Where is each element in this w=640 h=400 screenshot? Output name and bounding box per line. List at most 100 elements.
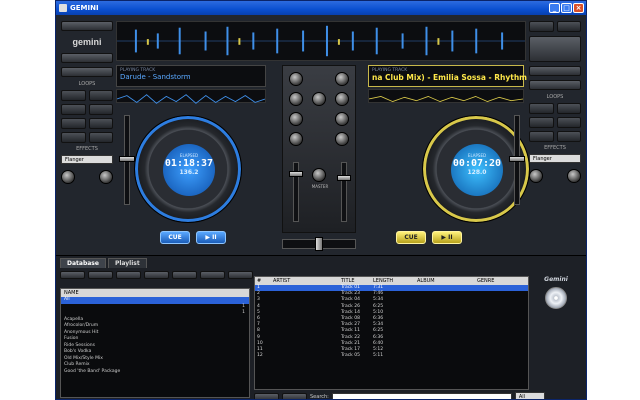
browser-tool-button[interactable] [172,271,197,279]
loop-button[interactable] [556,103,581,114]
right-mode-button-1[interactable] [529,66,581,76]
loop-button[interactable] [529,117,554,128]
browser-tool-button[interactable] [116,271,141,279]
column-header-title[interactable]: TITLE [313,277,373,285]
cell-title: Track 05 [341,353,360,359]
right-pitch-slider[interactable] [509,115,525,205]
left-pitch-slider[interactable] [119,115,135,205]
right-mode-button-2[interactable] [529,80,581,90]
loop-button[interactable] [529,103,554,114]
loop-button[interactable] [88,132,113,143]
mixer-eq-center[interactable] [312,92,326,106]
column-header-album[interactable]: ALBUM [417,277,477,285]
left-jog-wheel[interactable]: ELAPSED 01:18:37 136.2 [134,115,242,223]
left-top-button[interactable] [61,21,113,31]
right-time-display: 00:07:20 [452,158,502,169]
sidebar-logo: Gemini [532,276,580,322]
loop-button[interactable] [88,118,113,129]
left-mode-button-2[interactable] [61,67,113,77]
mixer-eq-mid-left[interactable] [289,112,303,126]
mixer-eq-low-right[interactable] [335,132,349,146]
column-header-number[interactable]: # [255,277,273,285]
master-label: MASTER [311,184,329,189]
waveform-graphic [117,25,525,57]
left-effect-knob-1[interactable] [61,170,75,184]
right-channel-fader[interactable] [337,162,351,222]
mixer-eq-mid-right[interactable] [335,112,349,126]
folder-list[interactable]: NAME All 1 1 Acapella Afrocolor/Drum Ano… [60,288,250,398]
column-header-artist[interactable]: ARTIST [273,277,313,285]
track-table[interactable]: # ARTIST TITLE LENGTH ALBUM GENRE 1 Track… [254,276,529,390]
right-effect-knob-2[interactable] [567,169,581,183]
waveform-overview[interactable] [116,21,526,61]
title-bar[interactable]: GEMINI _ □ × [56,1,586,15]
right-cue-button[interactable]: CUE [396,231,426,244]
brand-logo: gemini [72,37,102,47]
tab-playlist[interactable]: Playlist [107,258,147,268]
crossfader-cap[interactable] [315,237,323,251]
browser-bottom-button[interactable] [282,392,307,399]
cell-length: 5:11 [373,353,384,359]
browser-tool-button[interactable] [200,271,225,279]
column-header-length[interactable]: LENGTH [373,277,417,285]
left-channel-fader[interactable] [289,162,303,222]
left-mini-waveform[interactable] [116,89,266,104]
left-effect-knob-2[interactable] [99,170,113,184]
loop-button[interactable] [88,104,113,115]
loop-button[interactable] [556,117,581,128]
close-button[interactable]: × [573,3,584,13]
right-channel-fader-cap[interactable] [337,175,351,181]
mixer-gain-knob-right[interactable] [335,72,349,86]
track-table-header: # ARTIST TITLE LENGTH ALBUM GENRE [255,277,528,285]
right-deck-display: ELAPSED 00:07:20 128.0 [451,144,503,196]
right-effect-select[interactable]: Flanger [529,154,581,163]
table-row[interactable]: 12 Track 05 5:11 [255,353,528,359]
left-mode-button-1[interactable] [61,53,113,63]
loop-button[interactable] [529,131,554,142]
left-time-display: 01:18:37 [164,158,214,169]
left-pitch-cap[interactable] [119,156,135,162]
left-cue-button[interactable]: CUE [160,231,190,244]
right-pitch-cap[interactable] [509,156,525,162]
master-volume-knob[interactable] [312,168,326,182]
loop-button[interactable] [61,104,86,115]
right-track-title: na Club Mix) - Emilia Sossa - Rhythm [372,73,527,82]
right-effect-knob-1[interactable] [529,169,543,183]
folder-item[interactable]: Good 'the Band' Package [61,369,249,376]
mixer-gain-knob-left[interactable] [289,72,303,86]
browser-tool-button[interactable] [88,271,113,279]
search-row: Search: All [254,392,545,399]
search-scope-select[interactable]: All [514,392,545,399]
loop-button[interactable] [88,90,113,101]
right-top-button[interactable] [529,21,554,32]
left-effect-select[interactable]: Flanger [61,155,113,164]
right-track-info: PLAYING TRACK na Club Mix) - Emilia Soss… [368,65,527,87]
left-mini-waveform-graphic [116,94,266,104]
column-header-genre[interactable]: GENRE [477,277,528,285]
browser-tool-button[interactable] [60,271,85,279]
browser-tool-button[interactable] [228,271,253,279]
tab-database[interactable]: Database [60,258,106,268]
left-play-button[interactable]: ▶ II [196,231,226,244]
right-track-caption: PLAYING TRACK [372,68,408,73]
right-top-button[interactable] [556,21,581,32]
loop-button[interactable] [61,118,86,129]
loop-button[interactable] [61,132,86,143]
right-bpm-display: 128.0 [467,169,487,176]
left-channel-fader-cap[interactable] [289,171,303,177]
mixer-eq-high-right[interactable] [335,92,349,106]
deck-area: gemini LOOPS EFFECTS Flanger LOOPS EFFEC… [56,15,586,255]
right-top-buttons [529,21,581,32]
loop-button[interactable] [556,131,581,142]
loop-button[interactable] [61,90,86,101]
minimize-button[interactable]: _ [549,3,560,13]
mixer-eq-low-left[interactable] [289,132,303,146]
right-mini-waveform[interactable] [368,89,524,103]
right-play-button[interactable]: ▶ II [432,231,462,244]
browser-tool-button[interactable] [144,271,169,279]
mixer-eq-high-left[interactable] [289,92,303,106]
search-input[interactable] [331,392,512,399]
maximize-button[interactable]: □ [561,3,572,13]
crossfader[interactable] [282,237,356,251]
browser-bottom-button[interactable] [254,392,279,399]
